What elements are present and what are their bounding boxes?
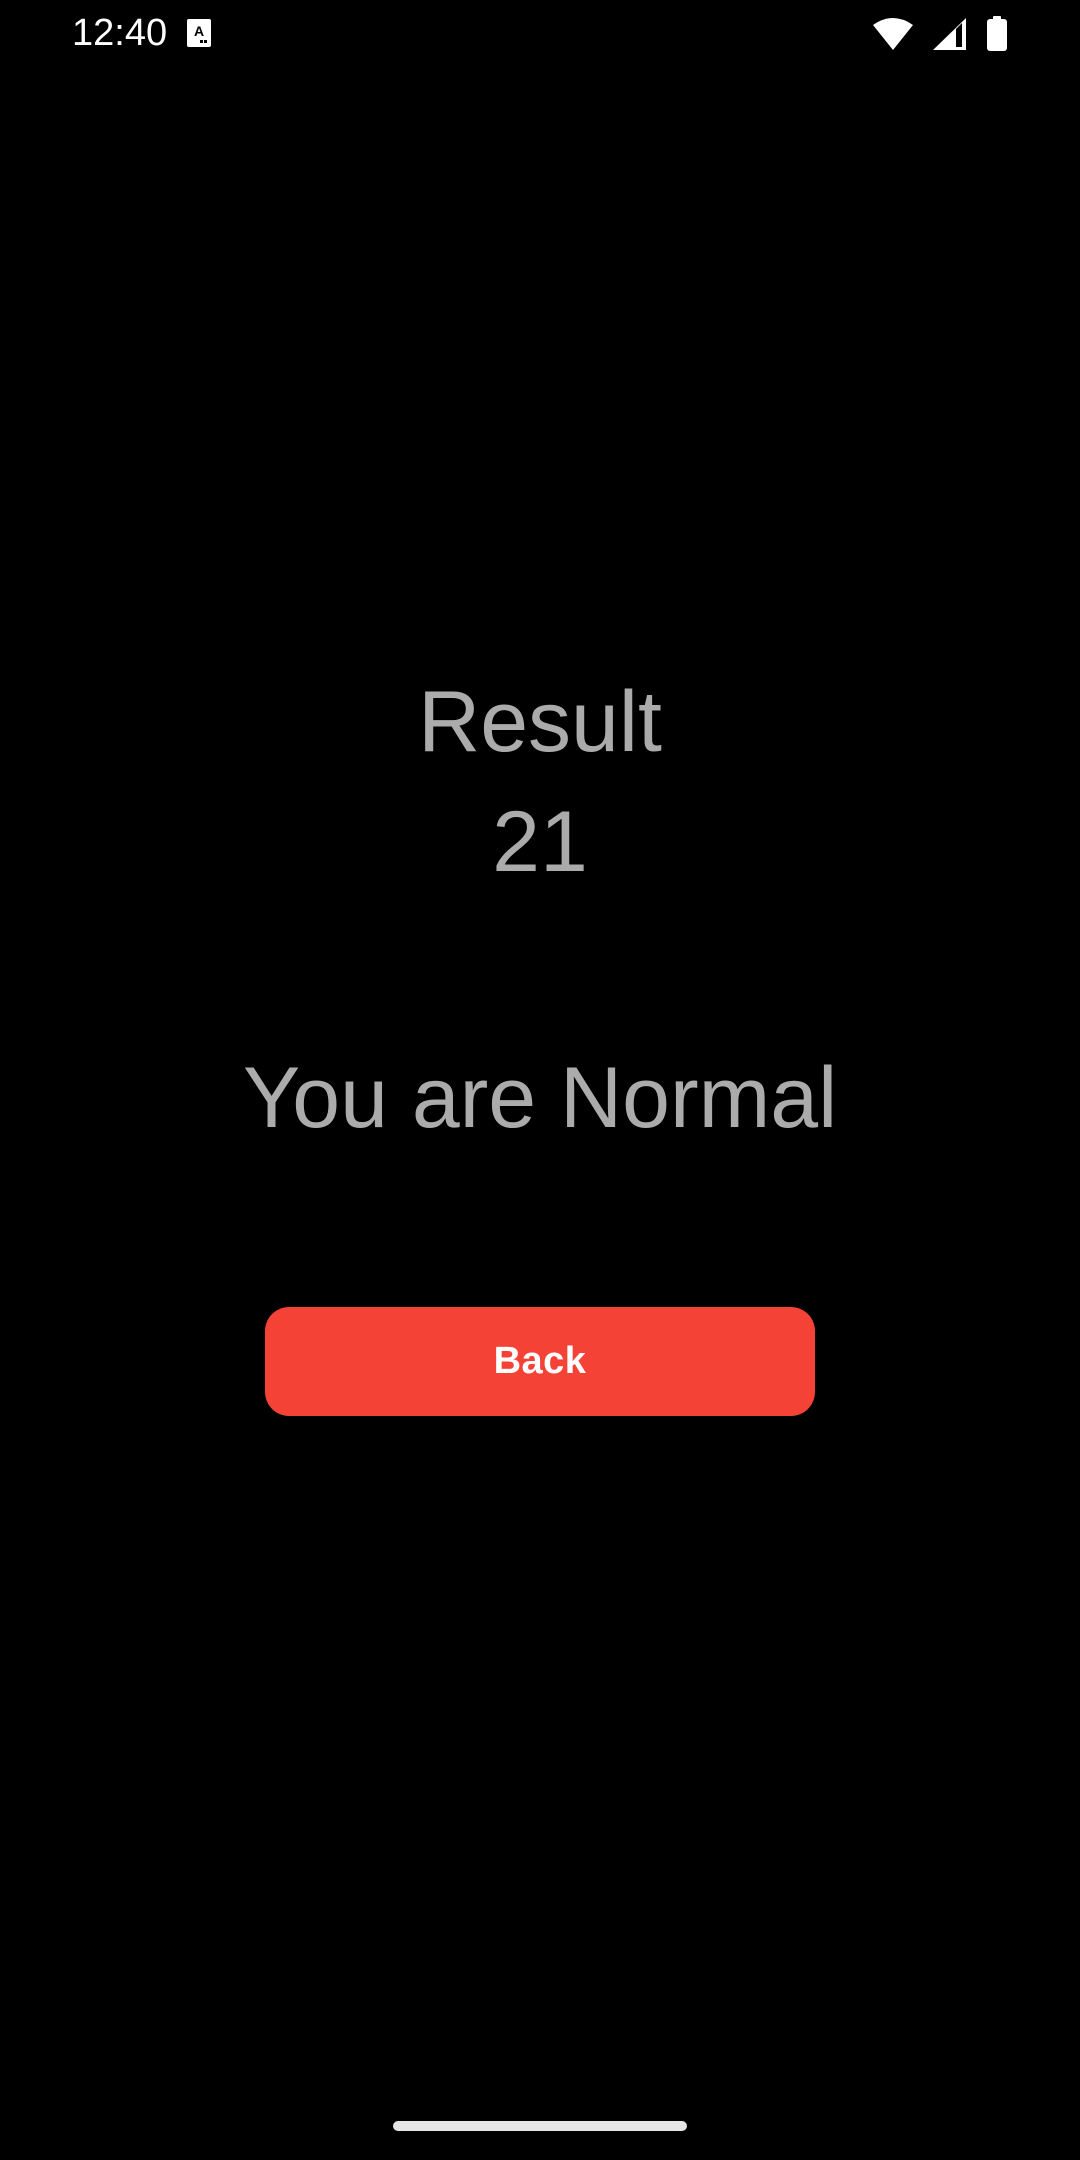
wifi-icon bbox=[873, 18, 913, 50]
result-message: You are Normal bbox=[242, 1050, 838, 1146]
navigation-handle[interactable] bbox=[393, 2121, 687, 2131]
signal-icon bbox=[933, 18, 966, 50]
result-value: 21 bbox=[492, 794, 588, 890]
notification-a-icon: A bbox=[187, 19, 211, 47]
back-button[interactable]: Back bbox=[265, 1307, 815, 1416]
battery-icon bbox=[987, 16, 1007, 51]
status-icons bbox=[872, 14, 1008, 54]
svg-text:A: A bbox=[194, 23, 204, 39]
screen: 12:40 A Result 21 You are Normal Back bbox=[0, 0, 1080, 2160]
result-label: Result bbox=[418, 674, 662, 770]
status-time: 12:40 bbox=[72, 12, 168, 54]
